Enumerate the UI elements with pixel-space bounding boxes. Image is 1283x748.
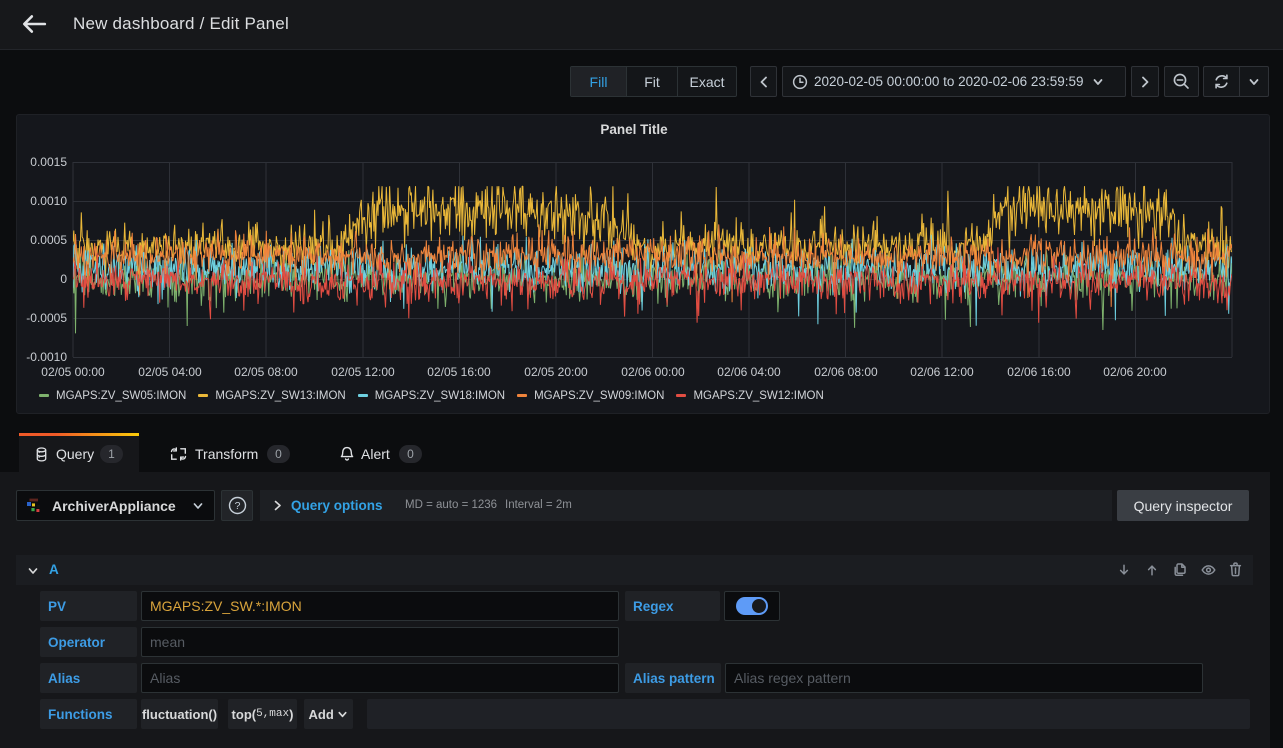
svg-text:02/05 04:00: 02/05 04:00	[138, 365, 202, 379]
svg-text:0.0005: 0.0005	[30, 233, 67, 247]
svg-text:02/05 00:00: 02/05 00:00	[41, 365, 105, 379]
svg-text:02/06 16:00: 02/06 16:00	[1007, 365, 1071, 379]
svg-text:02/06 00:00: 02/06 00:00	[621, 365, 685, 379]
svg-text:0.0015: 0.0015	[30, 155, 67, 169]
svg-text:02/06 12:00: 02/06 12:00	[910, 365, 974, 379]
svg-text:02/05 08:00: 02/05 08:00	[234, 365, 298, 379]
svg-text:-0.0005: -0.0005	[26, 311, 67, 325]
svg-text:-0.0010: -0.0010	[26, 350, 67, 364]
svg-text:02/06 20:00: 02/06 20:00	[1103, 365, 1167, 379]
svg-text:?: ?	[234, 500, 240, 512]
svg-text:02/05 16:00: 02/05 16:00	[427, 365, 491, 379]
svg-text:0.0010: 0.0010	[30, 194, 67, 208]
svg-text:02/05 20:00: 02/05 20:00	[524, 365, 588, 379]
svg-text:02/06 08:00: 02/06 08:00	[814, 365, 878, 379]
svg-text:0: 0	[60, 272, 67, 286]
svg-text:02/05 12:00: 02/05 12:00	[331, 365, 395, 379]
svg-text:02/06 04:00: 02/06 04:00	[717, 365, 781, 379]
